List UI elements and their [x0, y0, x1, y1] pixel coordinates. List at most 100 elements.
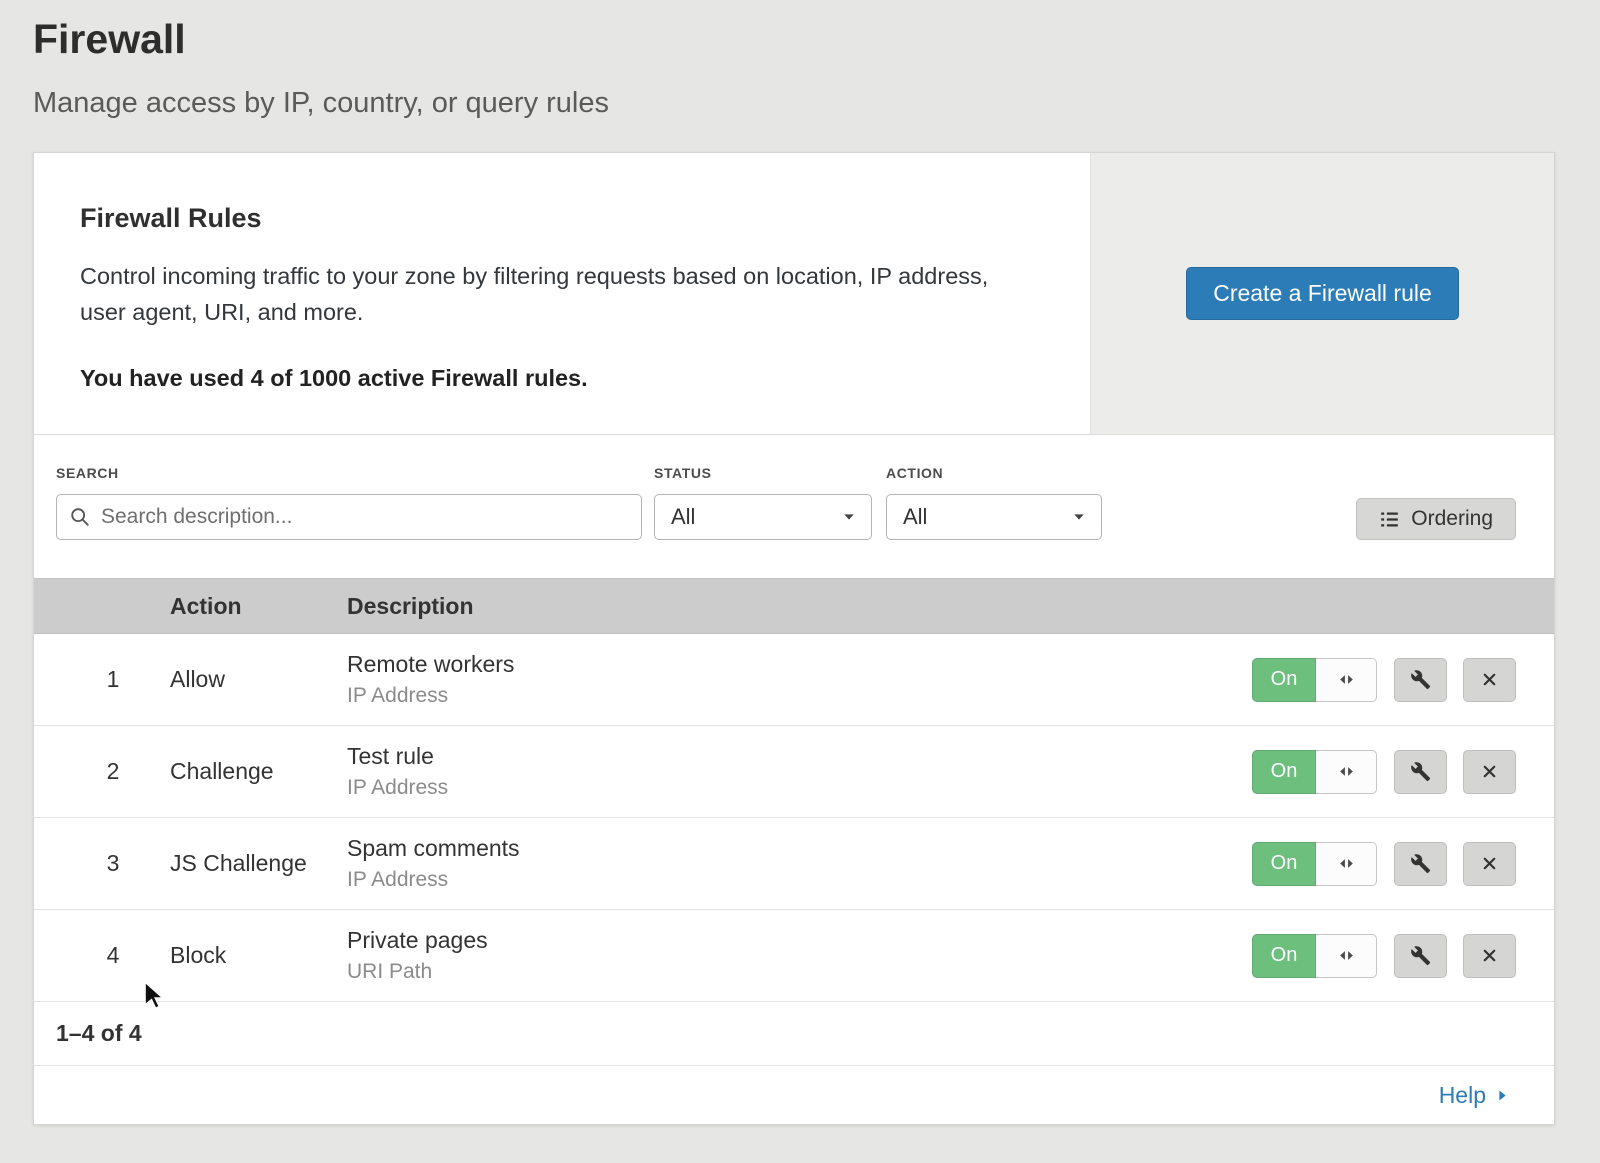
- toggle-on-segment[interactable]: On: [1252, 934, 1316, 978]
- rule-controls: On: [1252, 934, 1516, 978]
- toggle-arrows-segment[interactable]: [1316, 842, 1377, 886]
- action-select-value: All: [903, 504, 927, 530]
- rule-priority: 3: [56, 850, 170, 877]
- rule-action: Allow: [170, 666, 347, 693]
- firewall-rule-row: 2 Challenge Test rule IP Address On: [34, 726, 1554, 818]
- rule-match-field: IP Address: [347, 684, 1252, 708]
- usage-summary: You have used 4 of 1000 active Firewall …: [80, 365, 1030, 392]
- page-header: Firewall Manage access by IP, country, o…: [0, 0, 1600, 120]
- edit-rule-button[interactable]: [1394, 658, 1447, 702]
- pagination-bar: 1–4 of 4: [34, 1002, 1554, 1066]
- x-icon: [1480, 854, 1499, 873]
- rule-controls: On: [1252, 842, 1516, 886]
- search-label: SEARCH: [56, 465, 642, 481]
- rule-enabled-toggle[interactable]: On: [1252, 934, 1377, 978]
- wrench-icon: [1410, 945, 1431, 966]
- rule-description: Remote workers: [347, 651, 1252, 678]
- toggle-arrows-segment[interactable]: [1316, 658, 1377, 702]
- ordering-button-label: Ordering: [1411, 507, 1493, 531]
- rule-match-field: URI Path: [347, 960, 1252, 984]
- rule-match-field: IP Address: [347, 776, 1252, 800]
- wrench-icon: [1410, 853, 1431, 874]
- status-label: STATUS: [654, 465, 872, 481]
- column-header-description: Description: [347, 593, 1516, 620]
- action-filter-group: ACTION All: [886, 465, 1102, 578]
- status-select[interactable]: All: [654, 494, 872, 540]
- rule-controls: On: [1252, 750, 1516, 794]
- section-title: Firewall Rules: [80, 203, 1030, 234]
- create-rule-panel: Create a Firewall rule: [1090, 153, 1554, 434]
- x-icon: [1480, 762, 1499, 781]
- delete-rule-button[interactable]: [1463, 658, 1516, 702]
- toggle-arrows-segment[interactable]: [1316, 934, 1377, 978]
- create-firewall-rule-button[interactable]: Create a Firewall rule: [1186, 267, 1459, 320]
- left-right-arrows-icon: [1337, 762, 1356, 781]
- ordered-list-icon: [1379, 509, 1400, 530]
- table-header: Action Description: [34, 578, 1554, 634]
- rule-action: JS Challenge: [170, 850, 347, 877]
- toggle-arrows-segment[interactable]: [1316, 750, 1377, 794]
- left-right-arrows-icon: [1337, 946, 1356, 965]
- filters-bar: SEARCH STATUS All: [34, 435, 1554, 578]
- firewall-rule-row: 3 JS Challenge Spam comments IP Address …: [34, 818, 1554, 910]
- section-description: Control incoming traffic to your zone by…: [80, 258, 1030, 331]
- column-header-action: Action: [170, 593, 347, 620]
- edit-rule-button[interactable]: [1394, 750, 1447, 794]
- wrench-icon: [1410, 761, 1431, 782]
- rule-enabled-toggle[interactable]: On: [1252, 750, 1377, 794]
- rule-priority: 2: [56, 758, 170, 785]
- rule-controls: On: [1252, 658, 1516, 702]
- edit-rule-button[interactable]: [1394, 934, 1447, 978]
- rule-enabled-toggle[interactable]: On: [1252, 842, 1377, 886]
- rule-description: Test rule: [347, 743, 1252, 770]
- rule-description-cell: Spam comments IP Address: [347, 835, 1252, 892]
- help-bar: Help: [34, 1066, 1554, 1124]
- search-input[interactable]: [56, 494, 642, 540]
- rule-description-cell: Test rule IP Address: [347, 743, 1252, 800]
- rule-priority: 1: [56, 666, 170, 693]
- rule-description-cell: Remote workers IP Address: [347, 651, 1252, 708]
- rule-action: Block: [170, 942, 347, 969]
- rule-match-field: IP Address: [347, 868, 1252, 892]
- chevron-down-icon: [841, 509, 857, 525]
- x-icon: [1480, 670, 1499, 689]
- action-label: ACTION: [886, 465, 1102, 481]
- status-select-value: All: [671, 504, 695, 530]
- rule-action: Challenge: [170, 758, 347, 785]
- status-filter-group: STATUS All: [654, 465, 872, 578]
- rule-priority: 4: [56, 942, 170, 969]
- pagination-range: 1–4 of 4: [56, 1020, 142, 1047]
- firewall-page: Firewall Manage access by IP, country, o…: [0, 0, 1600, 1125]
- ordering-button[interactable]: Ordering: [1356, 498, 1516, 540]
- toggle-on-segment[interactable]: On: [1252, 750, 1316, 794]
- search-box: [56, 494, 642, 540]
- x-icon: [1480, 946, 1499, 965]
- edit-rule-button[interactable]: [1394, 842, 1447, 886]
- delete-rule-button[interactable]: [1463, 934, 1516, 978]
- rule-description: Private pages: [347, 927, 1252, 954]
- right-triangle-icon: [1495, 1088, 1510, 1103]
- delete-rule-button[interactable]: [1463, 750, 1516, 794]
- action-select[interactable]: All: [886, 494, 1102, 540]
- rule-enabled-toggle[interactable]: On: [1252, 658, 1377, 702]
- firewall-rules-intro-text: Firewall Rules Control incoming traffic …: [34, 153, 1090, 434]
- wrench-icon: [1410, 669, 1431, 690]
- help-link-label: Help: [1439, 1082, 1486, 1109]
- firewall-rules-card: Firewall Rules Control incoming traffic …: [33, 152, 1555, 1125]
- search-icon: [69, 506, 91, 528]
- page-subtitle: Manage access by IP, country, or query r…: [33, 87, 1600, 120]
- help-link[interactable]: Help: [1439, 1082, 1510, 1109]
- rule-description: Spam comments: [347, 835, 1252, 862]
- left-right-arrows-icon: [1337, 854, 1356, 873]
- left-right-arrows-icon: [1337, 670, 1356, 689]
- firewall-rule-row: 1 Allow Remote workers IP Address On: [34, 634, 1554, 726]
- delete-rule-button[interactable]: [1463, 842, 1516, 886]
- firewall-rule-row: 4 Block Private pages URI Path On: [34, 910, 1554, 1002]
- page-title: Firewall: [33, 16, 1600, 63]
- chevron-down-icon: [1071, 509, 1087, 525]
- search-filter-group: SEARCH: [56, 465, 642, 578]
- firewall-rules-intro: Firewall Rules Control incoming traffic …: [34, 153, 1554, 435]
- toggle-on-segment[interactable]: On: [1252, 658, 1316, 702]
- rule-description-cell: Private pages URI Path: [347, 927, 1252, 984]
- toggle-on-segment[interactable]: On: [1252, 842, 1316, 886]
